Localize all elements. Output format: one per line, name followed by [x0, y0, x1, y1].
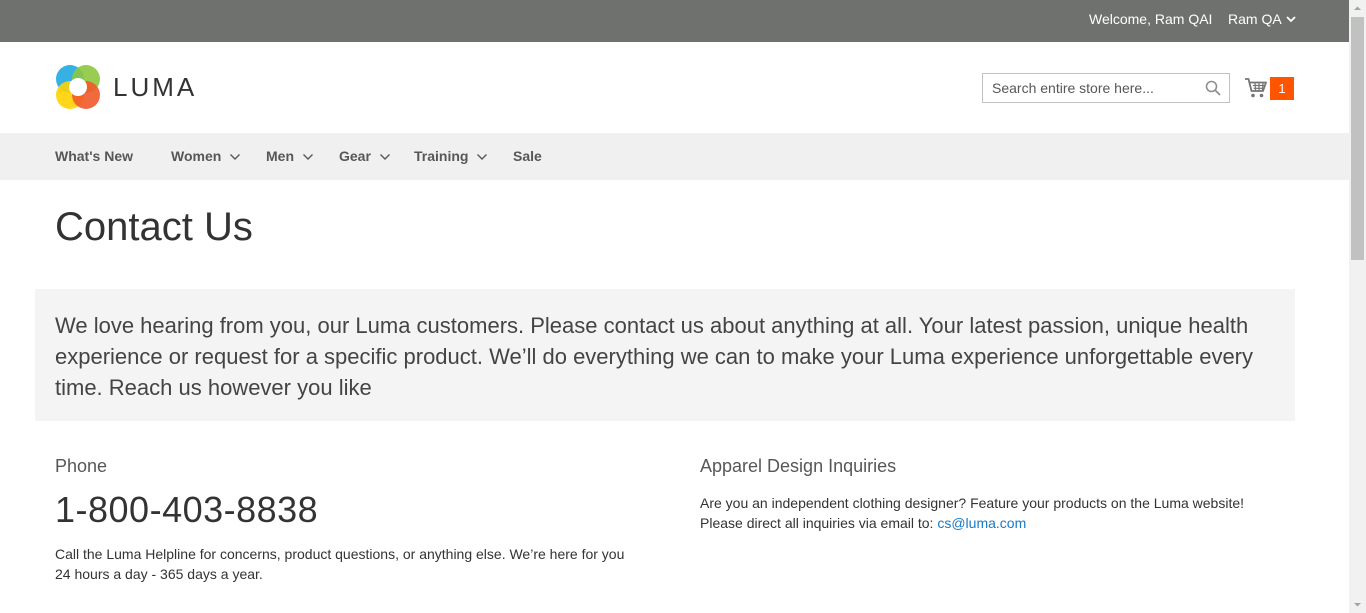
chevron-down-icon [477, 153, 488, 160]
scroll-up-arrow-icon[interactable] [1349, 0, 1366, 17]
nav-item-whats-new[interactable]: What's New [55, 133, 133, 180]
nav-item-label: Sale [513, 148, 542, 164]
luma-logo-icon [56, 65, 100, 109]
intro-text: We love hearing from you, our Luma custo… [55, 313, 1254, 400]
nav-item-sale[interactable]: Sale [513, 133, 542, 180]
account-menu-button[interactable]: Ram QA [1228, 11, 1297, 27]
chevron-down-icon [1286, 16, 1296, 23]
account-name: Ram QA [1228, 11, 1282, 27]
page-scrollbar[interactable] [1349, 0, 1366, 613]
nav-item-label: Gear [339, 148, 371, 164]
phone-description: Call the Luma Helpline for concerns, pro… [55, 546, 625, 582]
intro-block: We love hearing from you, our Luma custo… [35, 289, 1295, 421]
main-navigation: What's New Women Men Gear Training Sale [0, 133, 1349, 180]
search-input[interactable] [983, 74, 1202, 102]
nav-item-gear[interactable]: Gear [339, 133, 391, 180]
phone-section-title: Phone [55, 456, 108, 476]
chevron-down-icon [379, 153, 390, 160]
logo-text: LUMA [113, 71, 198, 102]
nav-item-women[interactable]: Women [171, 133, 241, 180]
phone-number: 1-800-403-8838 [55, 489, 319, 530]
nav-item-training[interactable]: Training [414, 133, 488, 180]
apparel-description: Are you an independent clothing designer… [700, 493, 1300, 533]
search-box [982, 73, 1230, 103]
page-title: Contact Us [55, 205, 253, 249]
nav-item-label: What's New [55, 148, 134, 164]
nav-item-label: Women [171, 148, 222, 164]
nav-item-label: Training [414, 148, 469, 164]
apparel-line-1: Are you an independent clothing designer… [700, 495, 1245, 511]
header: LUMA 1 [0, 42, 1349, 133]
chevron-down-icon [303, 153, 313, 160]
top-bar: Welcome, Ram QAI Ram QA [0, 0, 1349, 42]
apparel-line-2: Please direct all inquiries via email to… [700, 515, 938, 531]
luma-logo[interactable]: LUMA [55, 64, 197, 110]
email-link[interactable]: cs@luma.com [937, 515, 1026, 531]
nav-item-men[interactable]: Men [266, 133, 314, 180]
search-icon[interactable] [1205, 80, 1221, 96]
cart-count-badge[interactable]: 1 [1270, 77, 1294, 100]
nav-item-label: Men [266, 148, 294, 164]
chevron-down-icon [230, 153, 241, 160]
scroll-down-arrow-icon[interactable] [1349, 596, 1366, 613]
welcome-message: Welcome, Ram QAI [1089, 11, 1213, 27]
apparel-section-title: Apparel Design Inquiries [700, 456, 897, 476]
shopping-cart-icon[interactable] [1244, 76, 1268, 100]
scrollbar-thumb[interactable] [1351, 17, 1364, 260]
